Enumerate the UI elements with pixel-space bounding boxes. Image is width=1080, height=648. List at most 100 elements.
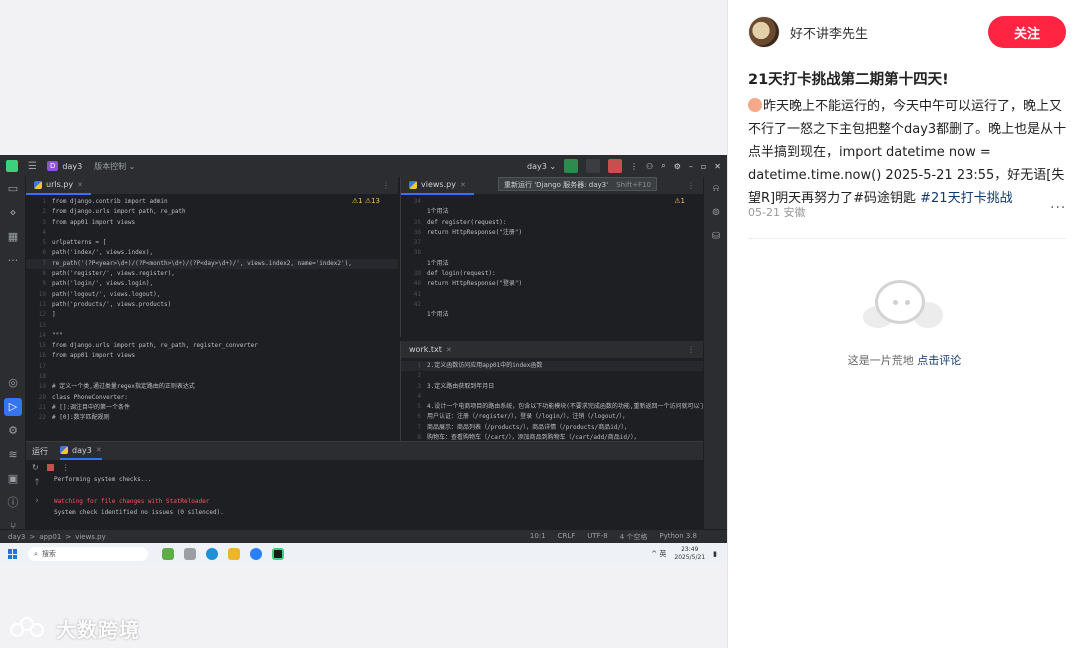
line-number: 6 (417, 413, 421, 421)
system-tray: ^ 英 23:49 2025/5/21 ▮ (651, 546, 717, 562)
author-name[interactable]: 好不讲李先生 (790, 23, 868, 42)
line-number: 4 (417, 392, 421, 400)
line-number: 7 (42, 259, 46, 267)
line-text: from app01 import views (52, 218, 136, 226)
code-line: 13 (26, 321, 398, 331)
code-line: 40 return HttpResponse("登录") (401, 279, 703, 289)
pycharm-logo-icon (6, 160, 18, 172)
tab-views: views.py ✕ (401, 177, 474, 195)
code-line: 37 (401, 238, 703, 248)
console-line: System check identified no issues (0 sil… (54, 509, 224, 516)
code-line: 1 from django.contrib import admin (26, 197, 398, 207)
click-comment-link[interactable]: 点击评论 (917, 354, 961, 367)
media-viewer[interactable]: ☰ D day3 版本控制 ⌄ day3 ⌄ ⋮ ⚇ ⌕ ⚙ – ▫ ✕ 重新运… (0, 0, 728, 648)
line-text: from app01 import views (52, 352, 136, 360)
more-icon: ⋮ (630, 161, 639, 171)
project-badge: D (46, 161, 59, 171)
code-line: 16 from app01 import views (26, 351, 398, 361)
line-number: 1 (42, 198, 46, 205)
tab-more-icon: ⋮ (687, 345, 695, 354)
code-line: 15 from django.urls import path, re_path,… (26, 341, 398, 351)
line-number: 5 (417, 403, 421, 411)
code-line: 18 (26, 372, 398, 382)
stop-icon (608, 159, 623, 173)
line-text: # []:调注目中的第一个条件 (52, 403, 131, 411)
more-options-icon[interactable]: ··· (1050, 200, 1066, 216)
tab-label: work.txt (409, 345, 442, 354)
line-number: 40 (413, 280, 421, 288)
tab-urls: urls.py ✕ (26, 177, 91, 195)
empty-comments: 这是一片荒地 点击评论 (729, 278, 1080, 368)
tab-work: work.txt ✕ (401, 341, 460, 359)
line-number (401, 207, 427, 217)
maximize-icon: ▫ (700, 161, 707, 171)
scroll-up-icon: ↑ (33, 478, 41, 488)
code-line: 41 (401, 290, 703, 300)
code-line: 8 path('register/', views.register), (26, 269, 398, 279)
line-text: 4.设计一个电商项目的路由系统，包含以下功能模块(不要求完成函数的功能,重新返回… (427, 403, 703, 411)
empty-comment-text: 这是一片荒地 点击评论 (729, 352, 1080, 368)
code-line: 6 用户认证：注册（/register/），登录（/login/），注销（/lo… (401, 412, 703, 422)
line-number: 17 (38, 362, 46, 370)
line-number: 8 (42, 270, 46, 278)
watermark-text: 大数跨境 (56, 618, 140, 642)
code-line: 5 4.设计一个电商项目的路由系统，包含以下功能模块(不要求完成函数的功能,重新返… (401, 402, 703, 412)
line-number: 38 (413, 249, 421, 257)
line-text: re_path('(?P<year>\d+)/(?P<month>\d+)/(?… (52, 259, 352, 267)
code-line: 3 3.定义路由获取到年月日 (401, 382, 703, 392)
debug-icon (586, 159, 601, 173)
code-line: 19 # 定义一个类,通过类量regex指定路由的正则表达式 (26, 382, 398, 392)
console-line: Performing system checks... (54, 476, 152, 483)
code-line: 4 (401, 392, 703, 402)
rerun-tooltip: 重新运行 'Django 服务器: day3' Shift+F10 (498, 177, 657, 191)
line-text: path('register/', views.register), (52, 270, 175, 278)
code-line: 12] (26, 310, 398, 320)
run-tab-label: day3 (72, 445, 92, 455)
status-item: UTF-8 (587, 531, 608, 540)
code-line: 1个用法 (401, 259, 703, 269)
line-text: 商品展示：商品列表（/products/），商品详情（/products/商品i… (427, 423, 631, 431)
avatar[interactable] (748, 16, 780, 48)
line-number: 14 (38, 331, 46, 339)
line-text: def login(request): (427, 270, 496, 278)
status-info: 10:1 CRLF UTF-8 4 个空格 Python 3.8 (530, 532, 697, 542)
line-text: path('index/', views.index), (52, 249, 154, 257)
code-line: 9 path('login/', views.login), (26, 279, 398, 289)
hashtag-link[interactable]: #21天打卡挑战 (920, 191, 1012, 206)
user-icon: ⚇ (646, 161, 654, 171)
line-number (401, 259, 427, 269)
line-number: 41 (413, 290, 421, 298)
code-line: 5 urlpatterns = [ (26, 238, 398, 248)
clock-time: 23:49 (681, 546, 699, 553)
terminal-icon: ▣ (7, 472, 19, 485)
status-item: CRLF (557, 531, 576, 540)
taskbar-apps (162, 548, 284, 560)
code-line: 21 # []:调注目中的第一个条件 (26, 403, 398, 413)
modules-icon: ▦ (7, 230, 19, 243)
app-taskview-icon (184, 548, 196, 560)
run-panel: 运行 day3 ✕ ↻ ⋮ ↑ › Performing system chec… (26, 441, 703, 543)
code-line: 1个用法 (401, 310, 703, 320)
search-icon: ⌕ (661, 161, 666, 170)
follow-button[interactable]: 关注 (988, 16, 1066, 48)
line-number: 15 (38, 342, 46, 350)
structure-icon: ⋄ (9, 206, 17, 219)
app-explorer-icon (228, 548, 240, 560)
line-number: 1 (417, 362, 421, 369)
author-info[interactable]: 好不讲李先生 (748, 16, 868, 48)
line-number: 18 (38, 373, 46, 381)
divider (748, 238, 1066, 239)
tooltip-shortcut: Shift+F10 (616, 181, 651, 189)
line-number: 9 (42, 280, 46, 288)
line-number: 34 (413, 198, 421, 205)
run-config: day3 ⌄ (526, 161, 557, 171)
post-sidebar: 好不讲李先生 关注 21天打卡挑战第二期第十四天! 昨天晚上不能运行的，今天中午… (729, 0, 1080, 648)
warning-count: ⚠1 (674, 197, 685, 205)
line-number: 3 (42, 218, 46, 226)
line-number: 8 (417, 434, 421, 441)
warning-count: ⚠1 ⚠13 (351, 197, 380, 205)
line-number: 36 (413, 228, 421, 236)
line-text: 1个用法 (427, 311, 449, 319)
ide-statusbar: day3 > app01 > views.py 10:1 CRLF UTF-8 4 个空格 Py… (0, 529, 727, 543)
